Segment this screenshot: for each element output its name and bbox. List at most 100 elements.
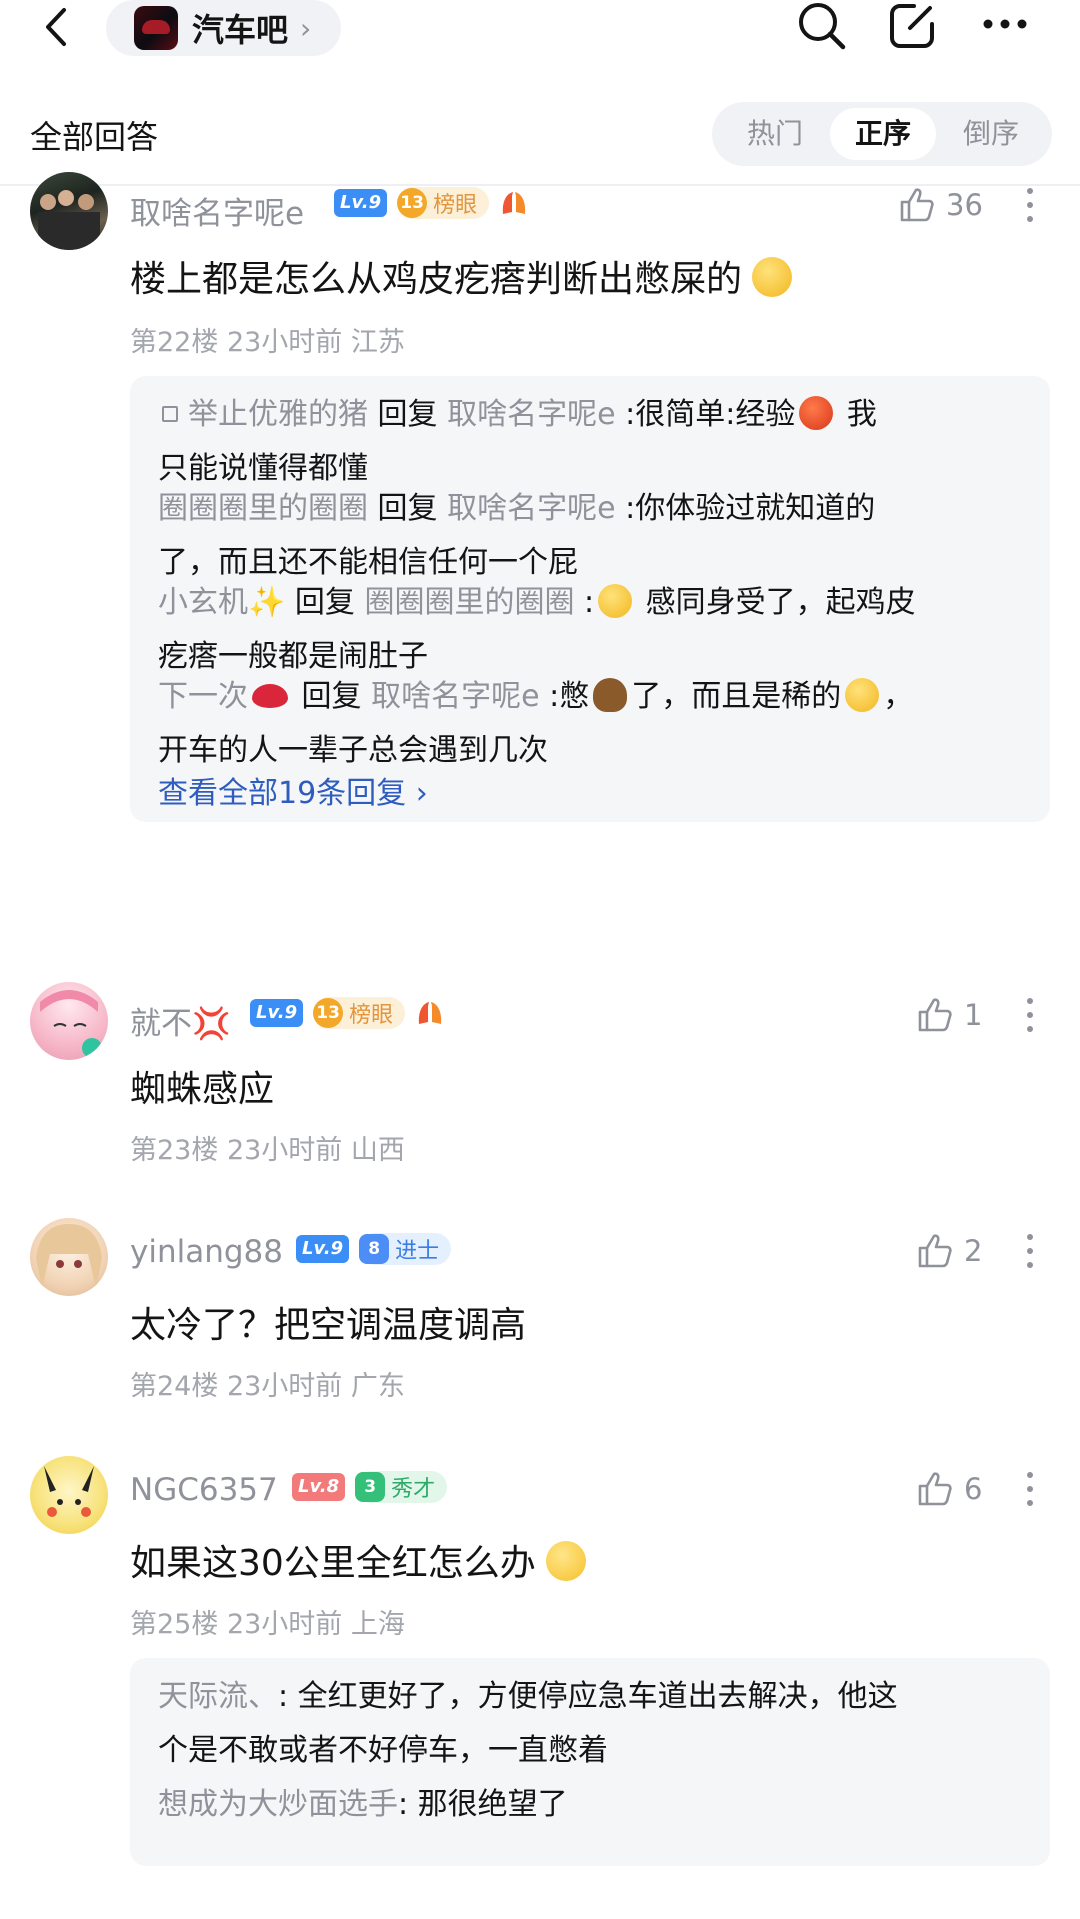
tab-ascending[interactable]: 正序 bbox=[830, 108, 936, 160]
like-button[interactable]: 36 bbox=[898, 186, 983, 224]
fire-lungs-icon bbox=[415, 998, 445, 1028]
rank-badge: 13 榜眼 bbox=[397, 187, 490, 219]
like-button[interactable]: 1 bbox=[916, 996, 982, 1034]
sparkles-icon: ✨ bbox=[248, 585, 286, 620]
more-options-icon[interactable] bbox=[1026, 1234, 1034, 1270]
reply-text-line2: 开车的人一辈子总会遇到几次 bbox=[158, 733, 548, 768]
reply-text-line2: 个是不敢或者不好停车，一直憋着 bbox=[158, 1733, 608, 1768]
avatar[interactable] bbox=[30, 172, 108, 250]
avatar[interactable] bbox=[30, 982, 108, 1060]
reply-verb: 回复 bbox=[301, 679, 362, 714]
reply-username[interactable]: 想成为大炒面选手 bbox=[158, 1787, 398, 1822]
more-options-icon[interactable] bbox=[1026, 998, 1034, 1034]
reply-text-line2: 疙瘩一般都是闹肚子 bbox=[158, 639, 428, 674]
thumbs-up-icon bbox=[900, 188, 934, 222]
reply-box: 举止优雅的猪 回复 取啥名字呢e :很简单:经验 我 只能说懂得都懂 圈圈圈里的… bbox=[130, 376, 1050, 822]
post-time: 23小时前 bbox=[226, 1609, 343, 1640]
tab-descending[interactable]: 倒序 bbox=[938, 108, 1044, 160]
more-icon[interactable] bbox=[982, 16, 1028, 36]
reply-text: : 那很绝望了 bbox=[398, 1787, 568, 1822]
rank-number: 13 bbox=[313, 998, 344, 1028]
tab-hot[interactable]: 热门 bbox=[722, 108, 828, 160]
reply-text-tail: ， bbox=[883, 679, 914, 714]
anger-icon: 💢 bbox=[192, 1006, 231, 1042]
reply-text: :憋 bbox=[549, 679, 590, 714]
search-icon[interactable] bbox=[796, 0, 848, 56]
rank-badge: 3 秀才 bbox=[355, 1471, 448, 1503]
reply-username[interactable]: 举止优雅的猪 bbox=[188, 397, 368, 432]
reply-username[interactable]: 天际流、 bbox=[158, 1679, 278, 1714]
avatar[interactable] bbox=[30, 1218, 108, 1296]
square-icon bbox=[162, 406, 178, 422]
angry-emoji-icon bbox=[799, 396, 834, 430]
like-button[interactable]: 2 bbox=[916, 1232, 982, 1270]
like-count: 6 bbox=[964, 1472, 983, 1506]
comment-text: 如果这30公里全红怎么办 bbox=[130, 1534, 586, 1586]
forum-avatar bbox=[134, 6, 178, 50]
back-arrow-icon[interactable] bbox=[36, 4, 76, 50]
post-time: 23小时前 bbox=[226, 327, 343, 358]
user-badges: Lv.8 3 秀才 bbox=[292, 1470, 457, 1504]
sort-tabs: 热门 正序 倒序 bbox=[712, 102, 1052, 166]
reply-text: :很简单:经验 bbox=[625, 397, 796, 432]
reply-item[interactable]: 圈圈圈里的圈圈 回复 取啥名字呢e :你体验过就知道的 了，而且还不能相信任何一… bbox=[158, 482, 1028, 590]
section-title: 全部回答 bbox=[30, 118, 159, 156]
fire-lungs-icon bbox=[499, 188, 529, 218]
like-count: 1 bbox=[964, 998, 983, 1032]
floor-number: 第22楼 bbox=[130, 327, 219, 358]
edit-icon[interactable] bbox=[886, 0, 938, 56]
username[interactable]: NGC6357 bbox=[130, 1472, 278, 1508]
user-badges: Lv.9 8 进士 bbox=[296, 1232, 461, 1266]
forum-entry-button[interactable]: 汽车吧 › bbox=[106, 0, 342, 56]
reply-item[interactable]: 小玄机✨ 回复 圈圈圈里的圈圈 : 感同身受了，起鸡皮 疙瘩一般都是闹肚子 bbox=[158, 576, 1028, 684]
reply-username[interactable]: 圈圈圈里的圈圈 bbox=[158, 491, 368, 526]
floor-number: 第23楼 bbox=[130, 1135, 219, 1166]
view-all-replies-link[interactable]: 查看全部19条回复 › bbox=[158, 768, 428, 812]
comment-text: 蜘蛛感应 bbox=[130, 1069, 275, 1110]
like-count: 2 bbox=[964, 1234, 983, 1268]
reply-item[interactable]: 举止优雅的猪 回复 取啥名字呢e :很简单:经验 我 只能说懂得都懂 bbox=[158, 388, 1028, 496]
reply-target[interactable]: 圈圈圈里的圈圈 bbox=[364, 585, 574, 620]
comment-body: 楼上都是怎么从鸡皮疙瘩判断出憋屎的 bbox=[130, 259, 743, 300]
reply-verb: 回复 bbox=[294, 585, 355, 620]
forum-name: 汽车吧 bbox=[192, 11, 289, 49]
username[interactable]: yinlang88 bbox=[130, 1234, 283, 1270]
smile-emoji-icon bbox=[545, 1541, 586, 1581]
sort-bar: 全部回答 热门 正序 倒序 bbox=[0, 92, 1080, 172]
username[interactable]: 取啥名字呢e bbox=[130, 188, 304, 233]
level-badge: Lv.9 bbox=[250, 999, 304, 1027]
reply-item[interactable]: 天际流、: 全红更好了，方便停应急车道出去解决，他这 个是不敢或者不好停车，一直… bbox=[158, 1670, 1028, 1778]
thumbs-up-icon bbox=[918, 1234, 952, 1268]
thumbs-up-icon bbox=[918, 1472, 952, 1506]
more-options-icon[interactable] bbox=[1026, 188, 1034, 224]
reply-username[interactable]: 小玄机 bbox=[158, 585, 248, 620]
rank-number: 8 bbox=[359, 1234, 390, 1264]
rank-label: 榜眼 bbox=[349, 1003, 394, 1028]
post-location: 广东 bbox=[350, 1371, 405, 1402]
username-text: 就不 bbox=[130, 1006, 192, 1042]
reply-target[interactable]: 取啥名字呢e bbox=[447, 397, 615, 432]
reply-username[interactable]: 下一次 bbox=[158, 679, 248, 714]
rank-badge: 13 榜眼 bbox=[313, 997, 406, 1029]
reply-item[interactable]: 想成为大炒面选手: 那很绝望了 bbox=[158, 1778, 1028, 1832]
hugging-emoji-icon bbox=[845, 678, 880, 712]
poop-emoji-icon bbox=[593, 678, 628, 712]
reply-verb: 回复 bbox=[377, 397, 438, 432]
more-options-icon[interactable] bbox=[1026, 1472, 1034, 1508]
rank-badge: 8 进士 bbox=[359, 1233, 452, 1265]
like-button[interactable]: 6 bbox=[916, 1470, 982, 1508]
user-badges: Lv.9 13 榜眼 bbox=[334, 186, 529, 220]
comment-text: 楼上都是怎么从鸡皮疙瘩判断出憋屎的 bbox=[130, 250, 793, 302]
reply-text-line2: 只能说懂得都懂 bbox=[158, 451, 368, 486]
avatar[interactable] bbox=[30, 1456, 108, 1534]
level-badge: Lv.9 bbox=[334, 189, 388, 217]
thumbs-up-icon bbox=[918, 998, 952, 1032]
comment-meta: 第24楼 23小时前 广东 bbox=[130, 1364, 405, 1403]
reply-target[interactable]: 取啥名字呢e bbox=[447, 491, 615, 526]
comment-meta: 第23楼 23小时前 山西 bbox=[130, 1128, 405, 1167]
reply-item[interactable]: 下一次 回复 取啥名字呢e :憋 了，而且是稀的 ， 开车的人一辈子总会遇到几次 bbox=[158, 670, 1028, 778]
like-count: 36 bbox=[946, 188, 983, 222]
reply-target[interactable]: 取啥名字呢e bbox=[371, 679, 539, 714]
username[interactable]: 就不💢 bbox=[130, 998, 231, 1043]
reply-text: :你体验过就知道的 bbox=[625, 491, 876, 526]
